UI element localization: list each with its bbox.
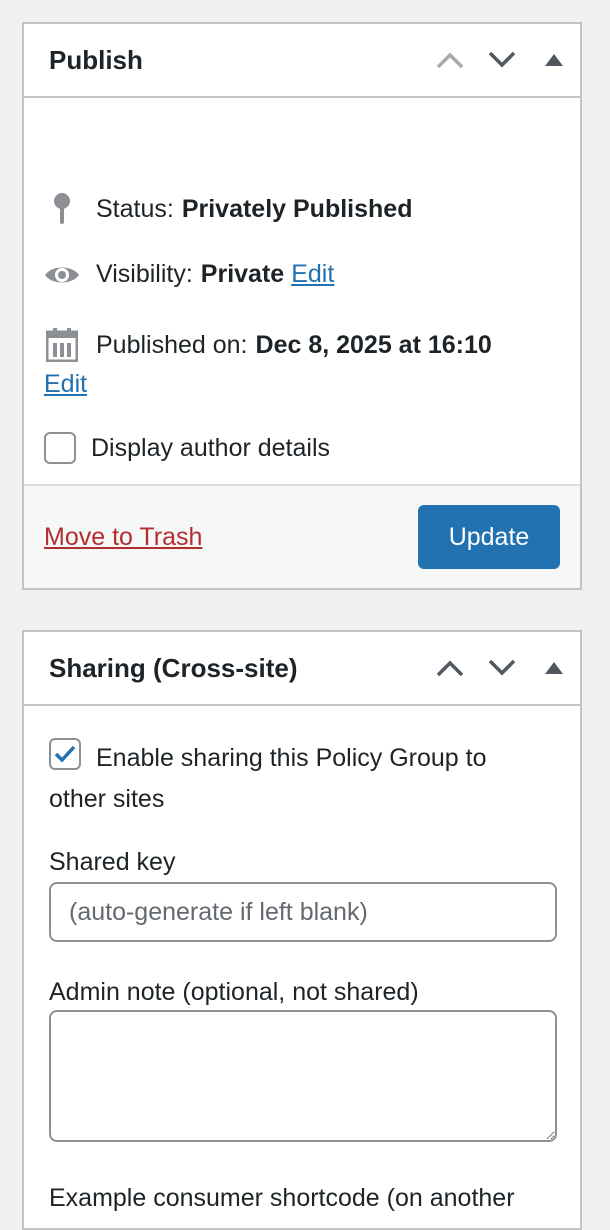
move-down-button[interactable] xyxy=(476,34,528,86)
move-up-button[interactable] xyxy=(424,34,476,86)
shortcode-label: Example consumer shortcode (on another xyxy=(49,1184,515,1212)
chevron-down-icon xyxy=(488,51,516,68)
visibility-value: Private xyxy=(200,260,285,288)
enable-sharing-label: Enable sharing this Policy Group to othe… xyxy=(49,744,487,813)
author-details-row: Display author details xyxy=(44,432,570,464)
publish-box: Publish Status: Privately Published Visi… xyxy=(22,22,582,590)
admin-note-textarea[interactable] xyxy=(49,1010,557,1142)
triangle-up-icon xyxy=(545,54,563,66)
move-to-trash-link[interactable]: Move to Trash xyxy=(44,523,202,552)
publish-box-header: Publish xyxy=(24,24,580,98)
published-on-value: Dec 8, 2025 at 16:10 xyxy=(255,330,492,359)
sharing-toggle-panel-button[interactable] xyxy=(528,642,580,694)
chevron-down-icon xyxy=(488,659,516,676)
sharing-box: Sharing (Cross-site) Enable sharing this… xyxy=(22,630,582,1230)
author-details-label: Display author details xyxy=(91,433,331,462)
sharing-box-handle-actions xyxy=(424,632,580,704)
author-details-checkbox[interactable] xyxy=(44,432,76,464)
publish-box-title: Publish xyxy=(49,44,143,75)
calendar-icon xyxy=(44,328,80,362)
published-on-label: Published on: xyxy=(96,330,248,359)
status-label: Status: xyxy=(96,194,174,223)
status-value: Privately Published xyxy=(181,194,413,223)
sharing-move-up-button[interactable] xyxy=(424,642,476,694)
eye-icon xyxy=(44,263,80,287)
edit-published-date-link[interactable]: Edit xyxy=(44,370,87,399)
chevron-up-icon xyxy=(436,52,464,69)
triangle-up-icon xyxy=(545,662,563,674)
shared-key-input[interactable] xyxy=(49,882,557,942)
update-button[interactable]: Update xyxy=(418,505,560,569)
toggle-panel-button[interactable] xyxy=(528,34,580,86)
status-row: Status: Privately Published xyxy=(44,192,570,226)
admin-note-label: Admin note (optional, not shared) xyxy=(49,978,419,1006)
edit-visibility-link[interactable]: Edit xyxy=(291,260,334,289)
sharing-move-down-button[interactable] xyxy=(476,642,528,694)
sharing-box-header: Sharing (Cross-site) xyxy=(24,632,580,706)
visibility-label: Visibility: xyxy=(96,260,193,288)
visibility-row: Visibility: Private Edit xyxy=(44,260,570,289)
sharing-box-title: Sharing (Cross-site) xyxy=(49,652,298,683)
published-on-row: Published on: Dec 8, 2025 at 16:10 xyxy=(44,328,570,362)
shared-key-label: Shared key xyxy=(49,848,176,876)
pin-icon xyxy=(44,192,80,226)
publish-box-handle-actions xyxy=(424,24,580,96)
publish-actions: Move to Trash Update xyxy=(24,484,580,588)
chevron-up-icon xyxy=(436,660,464,677)
